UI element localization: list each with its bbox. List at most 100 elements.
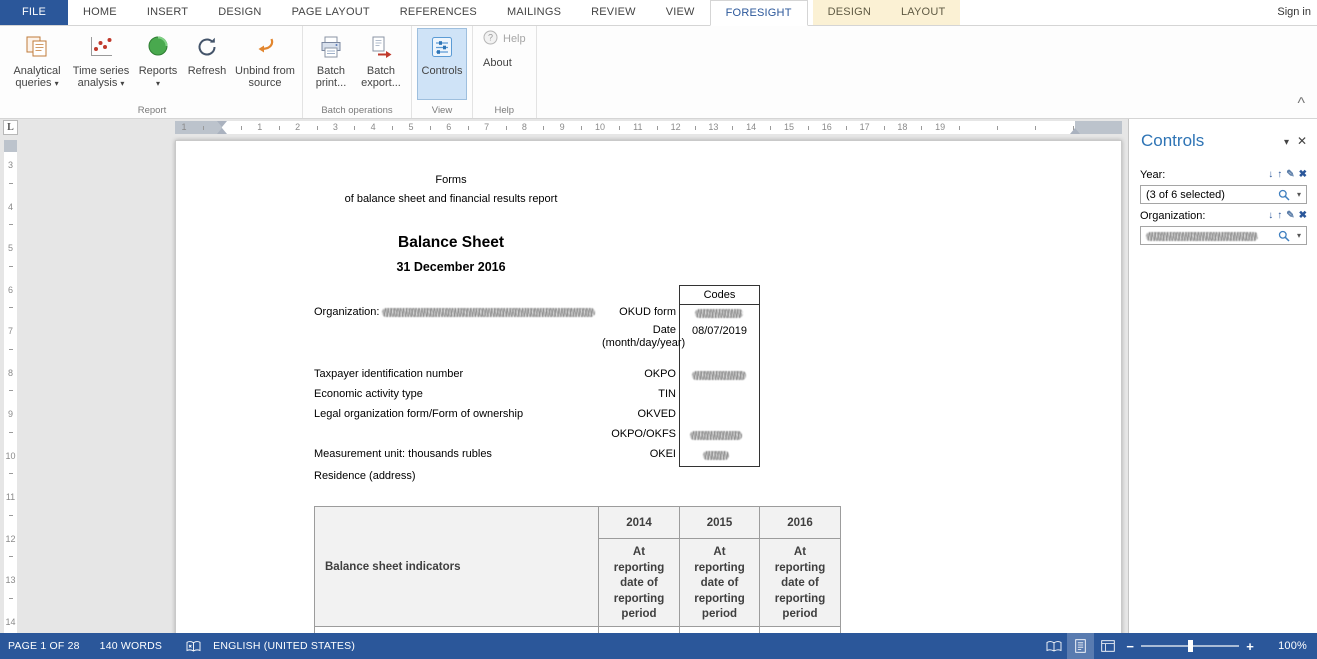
tab-stop-selector[interactable]: L <box>3 120 18 135</box>
table-header-indicators: Balance sheet indicators <box>315 507 599 627</box>
document-page[interactable]: Forms of balance sheet and financial res… <box>175 140 1122 633</box>
ruler-tick <box>430 126 431 130</box>
ruler-number: 3 <box>3 160 18 170</box>
report-group-body: Analytical queries ▾ Time series analysi… <box>7 28 297 104</box>
pane-close-icon[interactable]: ✕ <box>1297 134 1307 148</box>
ruler-number: 9 <box>3 409 18 419</box>
ruler-number: 17 <box>860 122 870 133</box>
refresh-icon <box>195 32 219 62</box>
tab-references[interactable]: REFERENCES <box>385 0 492 25</box>
zoom-slider[interactable] <box>1141 639 1239 653</box>
ruler-tick <box>657 126 658 130</box>
ruler-number: 7 <box>3 326 18 336</box>
ruler-text-area <box>222 121 1075 134</box>
web-layout-button[interactable] <box>1094 633 1121 659</box>
codes-header: Codes <box>680 286 759 305</box>
ruler-number: 13 <box>708 122 718 133</box>
zoom-in-button[interactable]: + <box>1241 639 1259 654</box>
unbind-from-source-button[interactable]: Unbind from source <box>233 28 297 100</box>
ruler-number: 12 <box>671 122 681 133</box>
read-mode-button[interactable] <box>1040 633 1067 659</box>
help-label: Help <box>503 33 526 45</box>
first-line-indent-marker[interactable] <box>217 121 227 127</box>
tab-design[interactable]: DESIGN <box>203 0 276 25</box>
zoom-out-button[interactable]: − <box>1121 639 1139 654</box>
language-indicator[interactable]: ENGLISH (UNITED STATES) <box>213 640 355 652</box>
print-layout-button[interactable] <box>1067 633 1094 659</box>
controls-label: Controls <box>422 65 463 77</box>
help-button[interactable]: ? Help <box>478 28 531 50</box>
help-icon: ? <box>483 30 498 48</box>
tab-review[interactable]: REVIEW <box>576 0 651 25</box>
year-combobox[interactable]: (3 of 6 selected) ▾ <box>1140 185 1307 204</box>
year-move-down-icon[interactable]: ↓ <box>1268 169 1273 181</box>
status-bar-right: − + 100% <box>1040 633 1317 659</box>
refresh-button[interactable]: Refresh <box>183 28 231 100</box>
okei-value-redacted <box>703 451 729 460</box>
vertical-ruler[interactable]: 34567891011121314 <box>3 136 18 633</box>
pane-options-chevron-icon[interactable]: ▾ <box>1284 137 1289 148</box>
organization-combobox[interactable]: ▾ <box>1140 226 1307 245</box>
left-indent-marker[interactable] <box>217 128 227 134</box>
batch-print-button[interactable]: Batch print... <box>308 28 354 100</box>
organization-pane-label: Organization: <box>1140 210 1205 222</box>
tab-mailings[interactable]: MAILINGS <box>492 0 576 25</box>
tab-insert[interactable]: INSERT <box>132 0 203 25</box>
organization-edit-icon[interactable]: ✎ <box>1286 210 1294 222</box>
tab-layout-contextual[interactable]: LAYOUT <box>886 0 960 25</box>
tab-foresight[interactable]: FORESIGHT <box>710 0 808 26</box>
word-count[interactable]: 140 WORDS <box>100 640 162 652</box>
tab-design-contextual[interactable]: DESIGN <box>813 0 886 25</box>
group-label-view: View <box>412 105 472 116</box>
zoom-slider-thumb[interactable] <box>1188 640 1193 652</box>
horizontal-ruler[interactable]: 112345678910111213141516171819 <box>0 119 1128 136</box>
measurement-unit-label: Measurement unit: thousands rubles <box>314 448 492 460</box>
organization-move-up-icon[interactable]: ↑ <box>1277 210 1282 222</box>
year-actions: ↓ ↑ ✎ ✖ <box>1268 169 1307 181</box>
tab-file[interactable]: FILE <box>0 0 68 25</box>
reports-button[interactable]: Reports ▾ <box>135 28 181 100</box>
ribbon-group-view: Controls View <box>412 26 473 118</box>
dropdown-caret-icon: ▾ <box>55 79 59 88</box>
ribbon: Analytical queries ▾ Time series analysi… <box>0 26 1317 119</box>
year-edit-icon[interactable]: ✎ <box>1286 169 1294 181</box>
page-indicator[interactable]: PAGE 1 OF 28 <box>8 640 80 652</box>
ruler-tick <box>543 126 544 130</box>
ruler-number: 7 <box>484 122 489 133</box>
year-dropdown-arrow-icon[interactable]: ▾ <box>1292 190 1306 199</box>
organization-move-down-icon[interactable]: ↓ <box>1268 210 1273 222</box>
ruler-tick <box>9 266 13 267</box>
table-header-year-2016: 2016 <box>760 507 840 539</box>
ruler-number: 4 <box>3 202 18 212</box>
proofing-errors-icon[interactable] <box>186 641 201 652</box>
tab-page-layout[interactable]: PAGE LAYOUT <box>277 0 385 25</box>
ribbon-tab-bar: FILE HOME INSERT DESIGN PAGE LAYOUT REFE… <box>0 0 1317 26</box>
analytical-queries-button[interactable]: Analytical queries ▾ <box>7 28 67 100</box>
sign-in-link[interactable]: Sign in <box>1277 0 1311 25</box>
year-clear-icon[interactable]: ✖ <box>1299 169 1307 181</box>
batch-export-button[interactable]: Batch export... <box>356 28 406 100</box>
tab-home[interactable]: HOME <box>68 0 132 25</box>
reports-label: Reports <box>139 65 178 77</box>
ruler-tick <box>9 432 13 433</box>
dropdown-caret-icon: ▾ <box>156 79 160 88</box>
view-group-body: Controls <box>417 28 467 104</box>
right-indent-marker[interactable] <box>1070 128 1080 134</box>
okpo-okfs-code-label: OKPO/OKFS <box>476 428 676 440</box>
year-move-up-icon[interactable]: ↑ <box>1277 169 1282 181</box>
year-field-row: Year: ↓ ↑ ✎ ✖ <box>1140 168 1307 182</box>
tab-view[interactable]: VIEW <box>651 0 710 25</box>
about-button[interactable]: About <box>478 52 517 74</box>
collapse-ribbon-button[interactable]: ^ <box>1297 95 1305 113</box>
ruler-number: 9 <box>560 122 565 133</box>
search-icon[interactable] <box>1276 189 1292 201</box>
organization-dropdown-arrow-icon[interactable]: ▾ <box>1292 231 1306 240</box>
ruler-tick <box>9 515 13 516</box>
zoom-percentage[interactable]: 100% <box>1263 640 1307 652</box>
search-icon[interactable] <box>1276 230 1292 242</box>
vertical-ruler-margin <box>4 140 17 152</box>
controls-toggle-button[interactable]: Controls <box>417 28 467 100</box>
doc-date: 31 December 2016 <box>223 260 679 274</box>
time-series-analysis-button[interactable]: Time series analysis ▾ <box>69 28 133 100</box>
organization-clear-icon[interactable]: ✖ <box>1299 210 1307 222</box>
